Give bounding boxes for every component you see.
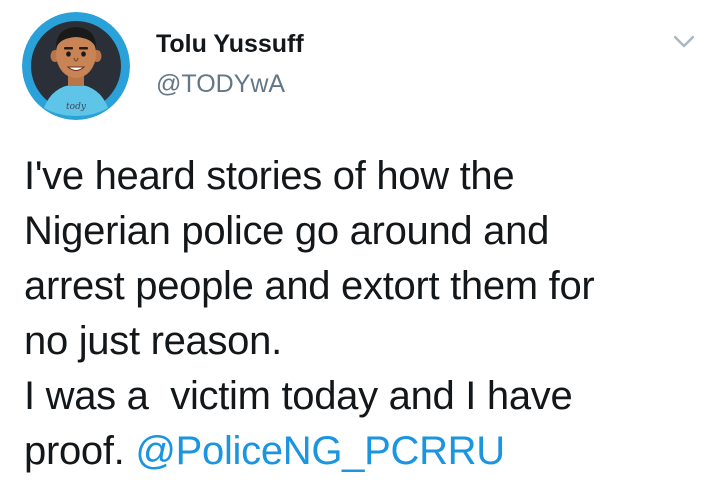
tweet-card: tody Tolu Yussuff @TODYwA I've heard sto… [0, 0, 720, 494]
tweet-text-line: I've heard stories of how the [24, 154, 515, 198]
tweet-text-line: Nigerian police go around and [24, 209, 550, 253]
more-options-button[interactable] [668, 28, 700, 56]
avatar-signature: tody [66, 102, 87, 112]
tweet-text: I've heard stories of how the Nigerian p… [24, 149, 704, 479]
chevron-down-icon [673, 35, 695, 48]
author-handle[interactable]: @TODYwA [156, 70, 285, 99]
mention-link[interactable]: @PoliceNG_PCRRU [135, 429, 505, 473]
profile-avatar[interactable]: tody [22, 12, 130, 120]
avatar-illustration: tody [22, 12, 130, 120]
tweet-text-line: arrest people and extort them for [24, 264, 595, 308]
tweet-text-line: no just reason. [24, 319, 282, 363]
tweet-text-line-last: proof. @PoliceNG_PCRRU [24, 424, 704, 479]
author-display-name[interactable]: Tolu Yussuff [156, 30, 304, 59]
tweet-text-fragment: proof. [24, 429, 136, 473]
tweet-text-line: I was a victim today and I have [24, 374, 573, 418]
